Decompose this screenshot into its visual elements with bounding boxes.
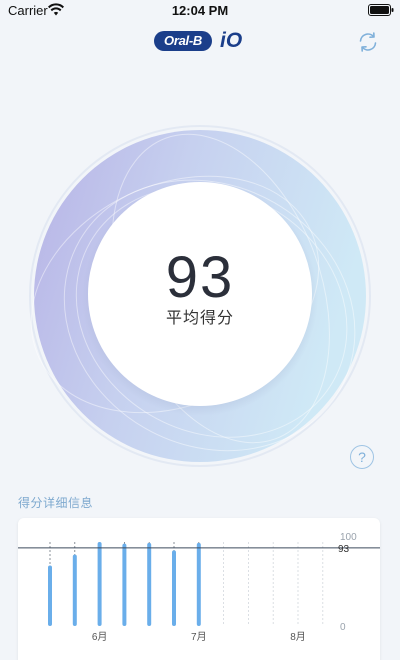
app-header: Oral-B iO [0, 26, 400, 58]
average-score-value: 93 [165, 245, 235, 310]
chart-bar[interactable] [122, 543, 127, 626]
score-chart: 100 93 0 6月 7月 8月 [18, 532, 380, 643]
clock: 12:04 PM [171, 3, 229, 18]
x-axis-month-label: 7月 [191, 631, 207, 643]
chart-bar[interactable] [172, 550, 176, 626]
y-axis-label-top: 100 [340, 532, 357, 543]
battery-icon [368, 4, 394, 16]
chart-bar[interactable] [196, 542, 201, 626]
score-details-title: 得分详细信息 [18, 496, 94, 510]
y-axis-label-bottom: 0 [340, 622, 346, 633]
app-screen: Carrier 12:04 PM Oral-B iO 93 平均得分 ? 得分详… [0, 0, 400, 660]
status-bar: Carrier 12:04 PM [0, 0, 400, 22]
brand-model: iO [220, 29, 243, 52]
chart-bar[interactable] [48, 565, 52, 626]
average-line-label: 93 [338, 544, 350, 555]
chart-bar[interactable] [72, 554, 77, 626]
help-icon[interactable]: ? [350, 445, 374, 469]
chart-bar[interactable] [147, 542, 152, 626]
average-score-label: 平均得分 [165, 310, 234, 327]
brand-logo: Oral-B [154, 31, 212, 51]
sync-icon[interactable] [356, 30, 380, 54]
x-axis-month-label: 6月 [92, 631, 108, 643]
x-axis-month-label: 8月 [290, 631, 306, 643]
chart-bar[interactable] [97, 542, 102, 626]
